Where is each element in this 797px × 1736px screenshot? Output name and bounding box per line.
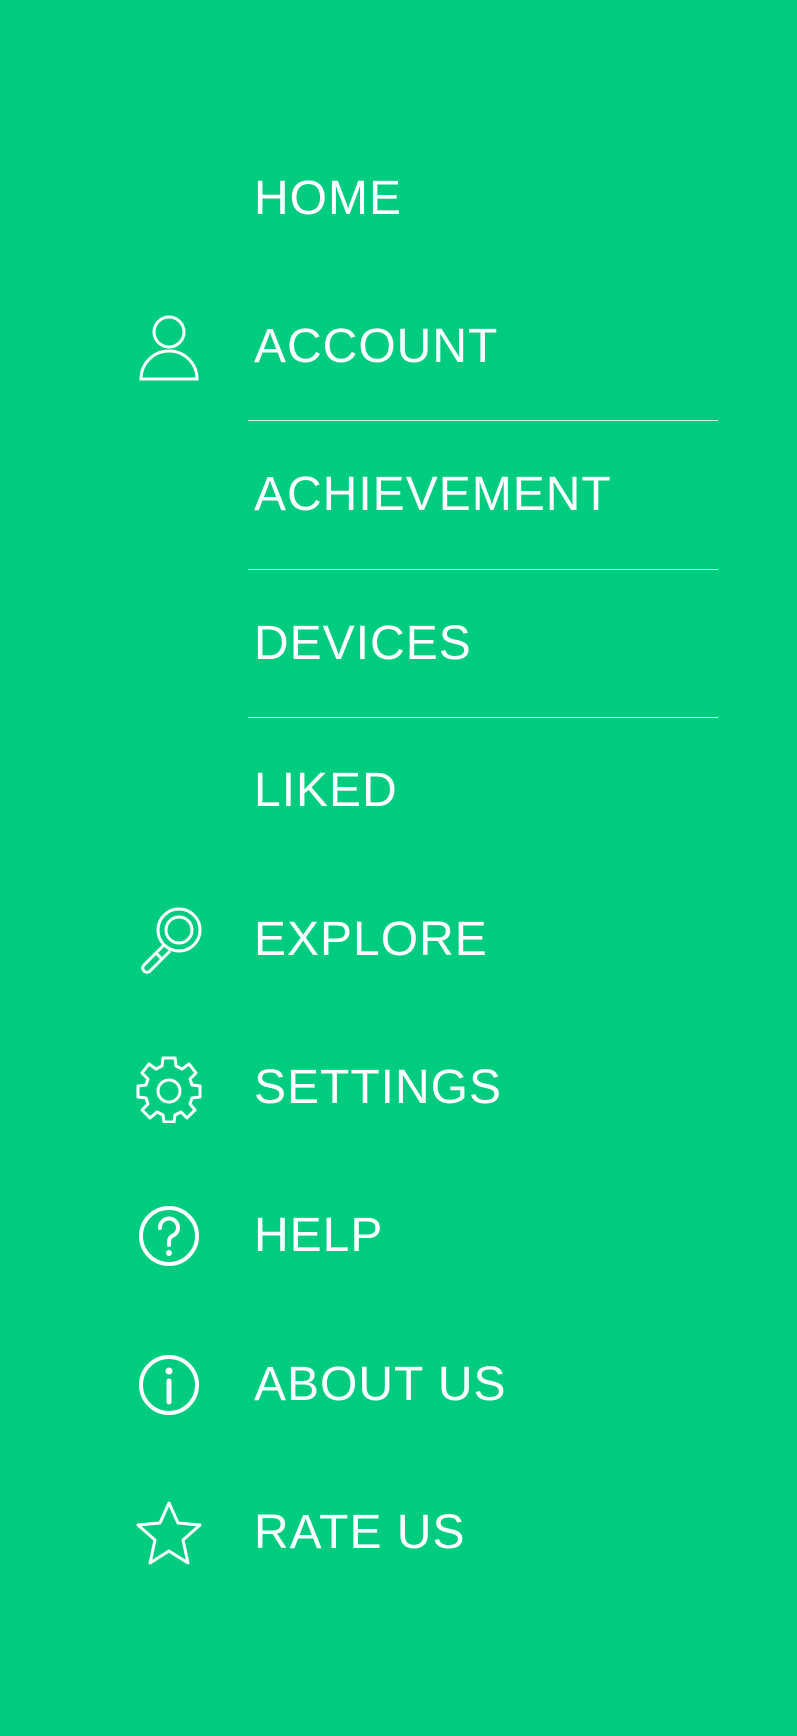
menu-item-label: LIKED [254,764,398,817]
menu-divider [248,420,718,421]
magnifier-icon [134,905,204,975]
menu-item-label: ACHIEVEMENT [254,468,612,521]
person-icon [134,312,204,382]
menu-divider [248,717,718,718]
menu-item-label: DEVICES [254,617,472,670]
menu-item-achievement[interactable]: ACHIEVEMENT [0,435,797,555]
star-icon [134,1498,204,1568]
menu-item-liked[interactable]: LIKED [0,731,797,851]
gear-icon [134,1053,204,1123]
menu-item-home[interactable]: HOME [0,139,797,259]
menu-item-label: ABOUT US [254,1358,507,1411]
menu-item-explore[interactable]: EXPLORE [0,880,797,1000]
menu-item-label: SETTINGS [254,1061,503,1114]
info-circle-icon [134,1350,204,1420]
menu-item-label: HOME [254,172,402,225]
menu-item-label: RATE US [254,1506,466,1559]
menu-item-devices[interactable]: DEVICES [0,584,797,704]
menu-item-rate-us[interactable]: RATE US [0,1473,797,1593]
menu-item-about-us[interactable]: ABOUT US [0,1325,797,1445]
menu-divider [248,569,718,570]
menu-item-settings[interactable]: SETTINGS [0,1028,797,1148]
navigation-drawer: HOME ACCOUNT ACHIEVEMENT DEVICES LIKED E… [0,0,797,1736]
menu-item-label: HELP [254,1209,384,1262]
question-circle-icon [134,1201,204,1271]
menu-item-label: EXPLORE [254,913,488,966]
menu-item-help[interactable]: HELP [0,1176,797,1296]
menu-item-label: ACCOUNT [254,320,499,373]
menu-item-account[interactable]: ACCOUNT [0,287,797,407]
